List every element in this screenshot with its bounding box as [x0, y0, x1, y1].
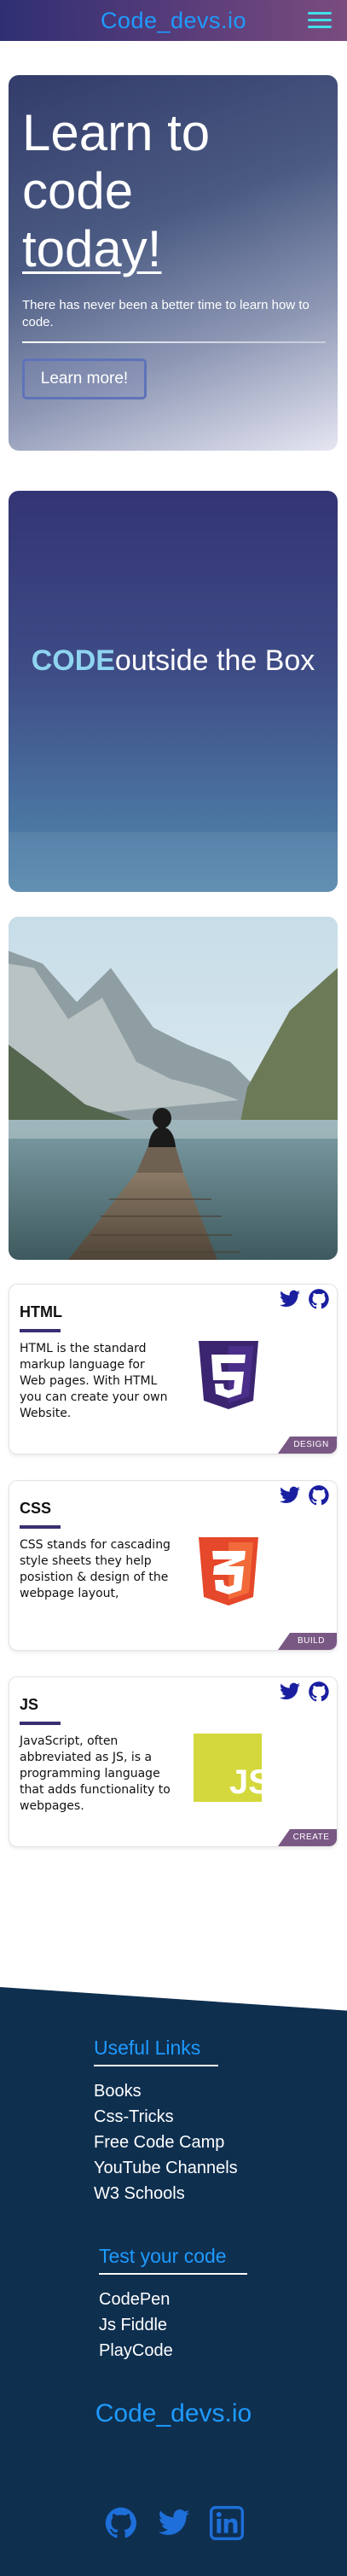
- top-nav-bar: Code_devs.io: [0, 0, 347, 41]
- twitter-icon[interactable]: [279, 1288, 301, 1310]
- card-social-icons: [279, 1288, 330, 1310]
- banner-headline: CODEoutside the Box: [9, 644, 338, 678]
- banner-highlight: CODE: [31, 644, 115, 677]
- github-icon[interactable]: [308, 1288, 330, 1310]
- linkedin-icon[interactable]: [210, 2506, 244, 2540]
- useful-links-rule: [94, 2065, 218, 2066]
- js-logo-icon: JS: [194, 1734, 267, 1802]
- card-title: CSS: [20, 1500, 52, 1517]
- card-badge: CREATE: [278, 1829, 337, 1846]
- footer-link-js-fiddle[interactable]: Js Fiddle: [99, 2312, 247, 2338]
- test-your-code-section: Test your code CodePen Js Fiddle PlayCod…: [99, 2245, 247, 2363]
- hero-subtitle: There has never been a better time to le…: [22, 298, 309, 329]
- html5-logo-icon: [199, 1341, 258, 1409]
- hero-section: Learn to code today! There has never bee…: [9, 75, 338, 451]
- css3-logo-icon: [199, 1537, 258, 1606]
- card-badge: BUILD: [278, 1633, 337, 1650]
- hero-divider: [22, 341, 326, 343]
- twitter-icon[interactable]: [279, 1484, 301, 1507]
- css-card: CSS CSS stands for cascading style sheet…: [9, 1480, 338, 1651]
- footer-link-codepen[interactable]: CodePen: [99, 2287, 247, 2312]
- card-social-icons: [279, 1681, 330, 1703]
- card-title: JS: [20, 1696, 39, 1713]
- footer-brand[interactable]: Code_devs.io: [0, 2399, 347, 2428]
- banner-bottom-strip: [9, 832, 338, 892]
- card-title-bar: [20, 1525, 61, 1529]
- card-description: HTML is the standard markup language for…: [20, 1342, 168, 1420]
- footer-social-icons: [104, 2506, 244, 2540]
- card-badge: DESIGN: [278, 1437, 337, 1454]
- code-outside-box-banner: CODEoutside the Box: [9, 491, 338, 892]
- card-title-bar: [20, 1722, 61, 1725]
- learn-more-button[interactable]: Learn more!: [22, 358, 147, 399]
- footer-link-playcode[interactable]: PlayCode: [99, 2338, 247, 2363]
- banner-rest: outside the Box: [114, 644, 315, 677]
- footer-link-free-code-camp[interactable]: Free Code Camp: [94, 2130, 238, 2155]
- useful-links-section: Useful Links Books Css-Tricks Free Code …: [94, 2037, 238, 2206]
- hero-title-line3: today!: [22, 220, 162, 277]
- footer-link-youtube-channels[interactable]: YouTube Channels: [94, 2155, 238, 2181]
- card-title-bar: [20, 1329, 61, 1332]
- footer-link-css-tricks[interactable]: Css-Tricks: [94, 2104, 238, 2130]
- lake-pier-image: [9, 917, 338, 1260]
- footer-link-books[interactable]: Books: [94, 2078, 238, 2104]
- card-description: JavaScript, often abbreviated as JS, is …: [20, 1734, 171, 1813]
- hamburger-menu-icon[interactable]: [308, 12, 332, 29]
- page: Code_devs.io Learn to code today! There …: [0, 0, 347, 2576]
- card-social-icons: [279, 1484, 330, 1507]
- brand-logo-link[interactable]: Code_devs.io: [101, 8, 246, 34]
- useful-links-title: Useful Links: [94, 2037, 201, 2059]
- github-icon[interactable]: [308, 1681, 330, 1703]
- footer-link-w3-schools[interactable]: W3 Schools: [94, 2181, 238, 2206]
- hero-title-line1: Learn to: [22, 104, 211, 161]
- svg-text:JS: JS: [229, 1763, 267, 1801]
- card-title: HTML: [20, 1303, 62, 1320]
- html-card: HTML HTML is the standard markup languag…: [9, 1284, 338, 1454]
- test-your-code-title: Test your code: [99, 2245, 227, 2267]
- github-icon[interactable]: [308, 1484, 330, 1507]
- twitter-icon[interactable]: [279, 1681, 301, 1703]
- github-icon[interactable]: [104, 2506, 138, 2540]
- hero-title: Learn to code today!: [22, 104, 324, 278]
- site-footer: Useful Links Books Css-Tricks Free Code …: [0, 1987, 347, 2576]
- hero-title-line2: code: [22, 162, 134, 219]
- test-your-code-rule: [99, 2273, 247, 2275]
- card-description: CSS stands for cascading style sheets th…: [20, 1538, 171, 1600]
- twitter-icon[interactable]: [157, 2506, 191, 2540]
- js-card: JS JavaScript, often abbreviated as JS, …: [9, 1676, 338, 1847]
- lake-pier-photo: [9, 917, 338, 1260]
